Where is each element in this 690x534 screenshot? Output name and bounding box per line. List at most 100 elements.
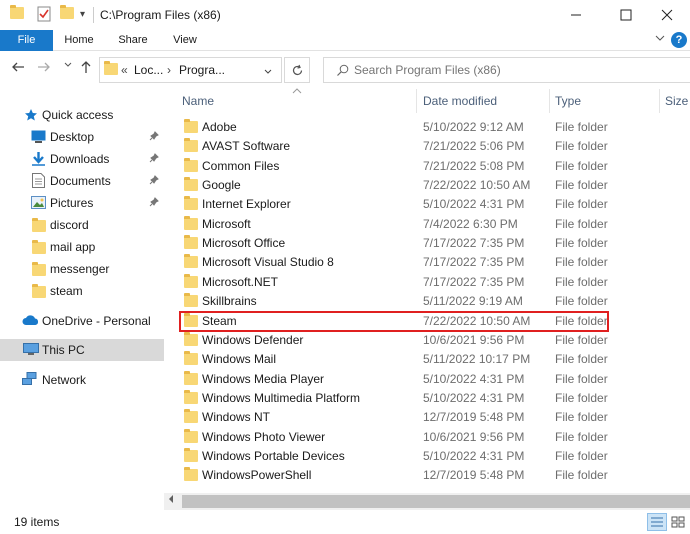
tab-file[interactable]: File [0,30,53,51]
file-name[interactable]: Adobe [202,120,237,134]
file-name[interactable]: AVAST Software [202,139,290,153]
close-button[interactable] [644,0,690,30]
pin-icon[interactable] [149,174,159,188]
table-row[interactable]: Microsoft Office 7/17/2022 7:35 PM File fo… [164,233,690,252]
table-row[interactable]: Adobe 5/10/2022 9:12 AM File folder [164,117,690,136]
table-row[interactable]: Skillbrains 5/11/2022 9:19 AM File folder [164,291,690,310]
column-header-name[interactable]: Name [182,87,412,115]
file-name[interactable]: Skillbrains [202,294,257,308]
help-icon[interactable]: ? [671,32,687,48]
table-row[interactable]: Microsoft Visual Studio 8 7/17/2022 7:35 … [164,252,690,271]
nav-item-pictures[interactable]: Pictures [0,192,164,214]
minimize-button[interactable] [553,0,599,30]
search-input[interactable] [354,62,684,78]
refresh-button[interactable] [284,57,310,83]
item-count: 19 items [14,515,60,529]
table-row[interactable]: Microsoft.NET 7/17/2022 7:35 PM File folde… [164,272,690,291]
column-divider[interactable] [659,89,660,113]
file-name[interactable]: Windows Defender [202,333,303,347]
nav-quick-access[interactable]: Quick access [0,104,164,126]
breadcrumb-local[interactable]: Loc... [134,63,163,77]
nav-item-discord[interactable]: discord [0,214,164,236]
file-name[interactable]: Common Files [202,159,279,173]
horizontal-scrollbar[interactable] [164,493,690,510]
scrollbar-thumb[interactable] [182,495,690,508]
up-button[interactable] [76,60,96,77]
documents-icon [32,173,48,188]
search-box[interactable] [323,57,690,83]
tab-share[interactable]: Share [110,30,156,51]
table-row[interactable]: Windows Media Player 5/10/2022 4:31 PM Fil… [164,369,690,388]
pin-icon[interactable] [149,130,159,144]
back-button[interactable] [8,60,28,77]
table-row[interactable]: WindowsPowerShell 12/7/2019 5:48 PM File f… [164,465,690,484]
expand-ribbon-icon[interactable] [654,32,666,47]
close-icon [661,9,673,21]
breadcrumb-program-files[interactable]: Progra... [179,63,225,77]
table-row[interactable]: AVAST Software 7/21/2022 5:06 PM File fold… [164,136,690,155]
table-row[interactable]: Microsoft 7/4/2022 6:30 PM File folder [164,214,690,233]
breadcrumb-separator[interactable]: › [167,63,171,77]
table-row[interactable]: Windows Defender 10/6/2021 9:56 PM File fo… [164,330,690,349]
large-icons-view-button[interactable] [668,513,688,531]
scroll-left-icon[interactable] [167,494,175,507]
table-row[interactable]: Windows Photo Viewer 10/6/2021 9:56 PM Fil… [164,427,690,446]
file-name[interactable]: Windows Photo Viewer [202,430,325,444]
file-date-modified: 10/6/2021 9:56 PM [423,429,525,444]
tab-view[interactable]: View [162,30,208,51]
table-row[interactable]: Common Files 7/21/2022 5:08 PM File folder [164,156,690,175]
customize-toolbar-icon[interactable]: ▾ [80,9,85,20]
column-divider[interactable] [416,89,417,113]
nav-item-mail-app[interactable]: mail app [0,236,164,258]
table-row[interactable]: Steam 7/22/2022 10:50 AM File folder [164,311,690,330]
nav-network[interactable]: Network [0,369,164,391]
properties-icon[interactable] [37,6,51,25]
file-name[interactable]: WindowsPowerShell [202,468,311,482]
file-name[interactable]: Microsoft [202,217,251,231]
new-folder-icon[interactable] [60,5,74,19]
file-name[interactable]: Windows Multimedia Platform [202,391,360,405]
file-name[interactable]: Windows Portable Devices [202,449,345,463]
nav-onedrive[interactable]: OneDrive - Personal [0,310,164,332]
file-name[interactable]: Windows Media Player [202,372,324,386]
column-divider[interactable] [549,89,550,113]
overflow-crumb[interactable]: « [121,63,128,77]
file-date-modified: 5/10/2022 4:31 PM [423,371,525,386]
nav-this-pc[interactable]: This PC [0,339,164,361]
table-row[interactable]: Windows Portable Devices 5/10/2022 4:31 P… [164,446,690,465]
file-name[interactable]: Internet Explorer [202,197,291,211]
address-dropdown-icon[interactable] [263,66,273,80]
folder-icon [184,409,198,424]
column-header-date[interactable]: Date modified [423,87,548,115]
table-row[interactable]: Windows Mail 5/11/2022 10:17 PM File folde… [164,349,690,368]
file-name[interactable]: Microsoft.NET [202,275,278,289]
pin-icon[interactable] [149,152,159,166]
nav-item-downloads[interactable]: Downloads [0,148,164,170]
column-header-size[interactable]: Size [665,87,690,115]
file-name[interactable]: Windows NT [202,410,270,424]
nav-item-documents[interactable]: Documents [0,170,164,192]
file-name[interactable]: Microsoft Visual Studio 8 [202,255,334,269]
file-name[interactable]: Steam [202,314,237,328]
address-bar[interactable]: « Loc... › Progra... [99,57,282,83]
nav-item-steam[interactable]: steam [0,280,164,302]
file-type: File folder [555,120,608,134]
folder-icon[interactable] [10,5,24,19]
pin-icon[interactable] [149,196,159,210]
file-name[interactable]: Windows Mail [202,352,276,366]
recent-locations-button[interactable] [58,60,78,73]
table-row[interactable]: Windows Multimedia Platform 5/10/2022 4:3… [164,388,690,407]
file-date-modified: 5/10/2022 4:31 PM [423,197,525,212]
table-row[interactable]: Internet Explorer 5/10/2022 4:31 PM File f… [164,194,690,213]
details-view-button[interactable] [647,513,667,531]
maximize-button[interactable] [603,0,649,30]
column-header-type[interactable]: Type [555,87,655,115]
table-row[interactable]: Windows NT 12/7/2019 5:48 PM File folder [164,407,690,426]
file-name[interactable]: Microsoft Office [202,236,285,250]
table-row[interactable]: Google 7/22/2022 10:50 AM File folder [164,175,690,194]
tab-home[interactable]: Home [56,30,102,51]
nav-item-desktop[interactable]: Desktop [0,126,164,148]
file-name[interactable]: Google [202,178,241,192]
forward-button[interactable] [34,60,54,77]
nav-item-messenger[interactable]: messenger [0,258,164,280]
